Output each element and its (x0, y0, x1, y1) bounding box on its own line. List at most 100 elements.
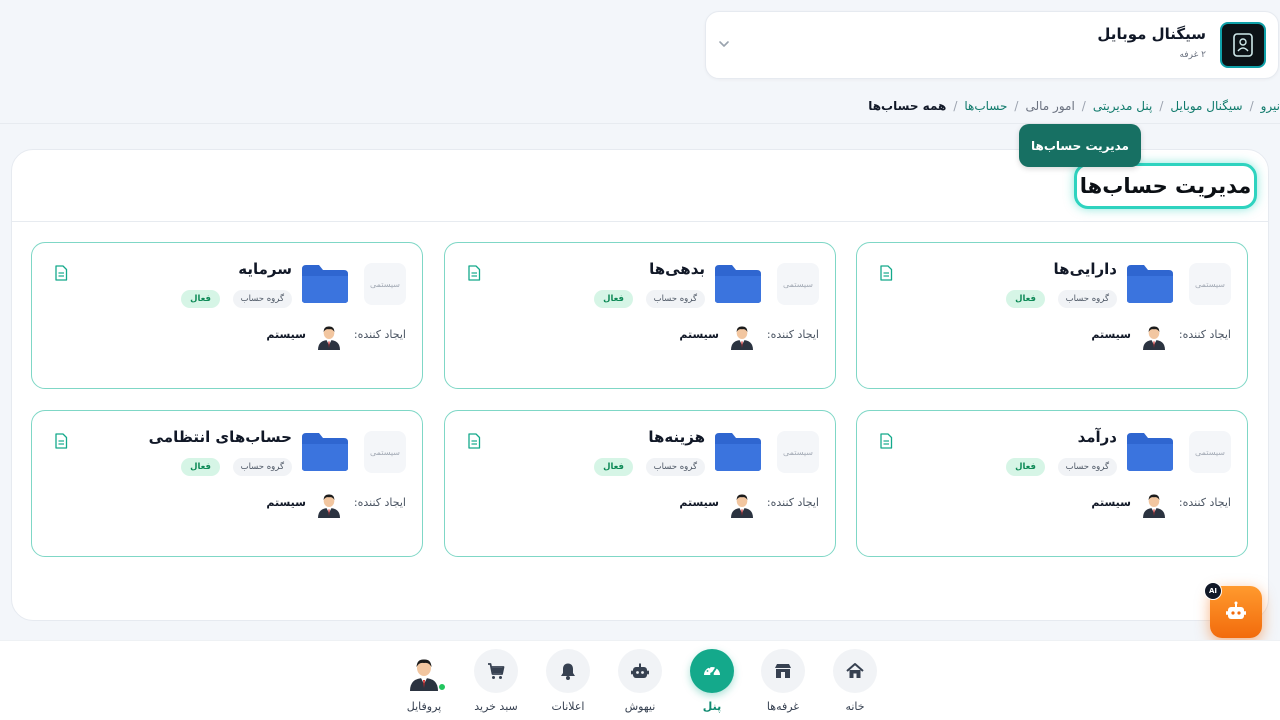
cart-icon (488, 663, 505, 679)
avatar (727, 320, 757, 350)
account-name: هزینه‌ها (648, 428, 705, 446)
system-badge: سیستمی (364, 431, 406, 473)
breadcrumb: نیرو / سیگنال موبایل / پنل مدیریتی / امور مالی… (0, 96, 1280, 116)
avatar (314, 320, 344, 350)
breadcrumb-separator: / (953, 99, 958, 113)
system-badge: سیستمی (777, 263, 819, 305)
nav-label: اعلانات (551, 700, 585, 713)
breadcrumb-item[interactable]: نیرو (1261, 99, 1280, 113)
breadcrumb-separator: / (1081, 99, 1086, 113)
nav-circle (761, 649, 805, 693)
status-badge: فعال (594, 290, 633, 308)
nav-circle (618, 649, 662, 693)
nav-item-profile[interactable]: پروفایل (388, 649, 460, 719)
document-icon[interactable] (467, 265, 481, 281)
document-icon[interactable] (54, 265, 68, 281)
nav-circle (690, 649, 734, 693)
breadcrumb-separator: / (1159, 99, 1164, 113)
nav-item-notifications[interactable]: اعلانات (532, 649, 604, 719)
account-card[interactable]: سیستمی درآمد گروه حساب فعال ایجاد کننده: سیست… (856, 410, 1248, 557)
nav-label: نیهوش (624, 700, 656, 713)
nav-item-panel[interactable]: پنل (676, 649, 748, 719)
creator-name: سیستم (679, 496, 719, 509)
creator-label: ایجاد کننده: (1178, 496, 1231, 509)
account-card[interactable]: سیستمی بدهی‌ها گروه حساب فعال ایجاد کننده: سی… (444, 242, 836, 389)
creator-label: ایجاد کننده: (353, 496, 406, 509)
online-status-dot (438, 683, 446, 691)
folder-icon (302, 433, 348, 471)
creator-name: سیستم (1091, 496, 1131, 509)
nav-label: سبد خرید (474, 700, 518, 713)
creator-name: سیستم (1091, 328, 1131, 341)
account-name: بدهی‌ها (649, 260, 705, 278)
account-name: درآمد (1077, 428, 1117, 446)
robot-icon (1226, 601, 1246, 619)
account-card[interactable]: سیستمی دارایی‌ها گروه حساب فعال ایجاد کننده:… (856, 242, 1248, 389)
nav-item-cart[interactable]: سبد خرید (460, 649, 532, 719)
status-badge: فعال (594, 458, 633, 476)
avatar (727, 488, 757, 518)
breadcrumb-item[interactable]: پنل مدیریتی (1093, 99, 1153, 113)
account-card[interactable]: سیستمی سرمایه گروه حساب فعال ایجاد کننده: سیس… (31, 242, 423, 389)
group-tag: گروه حساب (232, 290, 292, 308)
document-icon[interactable] (879, 265, 893, 281)
ai-badge: AI (1204, 582, 1222, 600)
system-badge: سیستمی (364, 263, 406, 305)
account-card[interactable]: سیستمی هزینه‌ها گروه حساب فعال ایجاد کننده: س… (444, 410, 836, 557)
chevron-down-icon[interactable] (716, 36, 732, 52)
bottom-nav: خانه غرفه‌ها پنل (0, 640, 1280, 720)
page-title-tooltip: مدیریت حساب‌ها (1019, 124, 1141, 167)
nav-item-home[interactable]: خانه (819, 649, 891, 719)
creator-name: سیستم (679, 328, 719, 341)
document-icon[interactable] (467, 433, 481, 449)
home-icon (846, 663, 864, 678)
ai-assistant-button[interactable]: AI (1204, 582, 1262, 638)
breadcrumb-item[interactable]: سیگنال موبایل (1170, 99, 1242, 113)
status-badge: فعال (181, 458, 220, 476)
group-tag: گروه حساب (645, 290, 705, 308)
account-card[interactable]: سیستمی حساب‌های انتظامی گروه حساب فعال ایجاد… (31, 410, 423, 557)
nav-label: خانه (845, 700, 865, 713)
nav-circle (546, 649, 590, 693)
folder-icon (1127, 433, 1173, 471)
account-name: دارایی‌ها (1053, 260, 1117, 278)
document-icon[interactable] (879, 433, 893, 449)
nav-item-stores[interactable]: غرفه‌ها (747, 649, 819, 719)
group-tag: گروه حساب (1057, 290, 1117, 308)
creator-name: سیستم (266, 328, 306, 341)
store-icon (775, 664, 791, 678)
store-subtitle: ۲ غرفه (1179, 50, 1206, 60)
nav-circle (833, 649, 877, 693)
breadcrumb-item[interactable]: حساب‌ها (964, 99, 1007, 113)
avatar (314, 488, 344, 518)
folder-icon (1127, 265, 1173, 303)
folder-icon (715, 433, 761, 471)
creator-label: ایجاد کننده: (766, 328, 819, 341)
store-logo (1220, 22, 1266, 68)
creator-label: ایجاد کننده: (1178, 328, 1231, 341)
account-name: حساب‌های انتظامی (148, 428, 292, 446)
store-name: سیگنال موبایل (1097, 25, 1206, 43)
robot-icon (631, 663, 649, 678)
status-badge: فعال (181, 290, 220, 308)
breadcrumb-separator: / (1014, 99, 1019, 113)
document-icon[interactable] (54, 433, 68, 449)
nav-circle (474, 649, 518, 693)
group-tag: گروه حساب (1057, 458, 1117, 476)
folder-icon (715, 265, 761, 303)
breadcrumb-item: همه حساب‌ها (868, 99, 947, 113)
gauge-icon (704, 665, 720, 676)
status-badge: فعال (1006, 290, 1045, 308)
store-selector[interactable]: سیگنال موبایل ۲ غرفه (705, 11, 1279, 79)
nav-label: پروفایل (406, 700, 442, 713)
group-tag: گروه حساب (645, 458, 705, 476)
nav-label: پنل (702, 700, 722, 713)
system-badge: سیستمی (1189, 431, 1231, 473)
nav-item-ai[interactable]: نیهوش (604, 649, 676, 719)
breadcrumb-separator: / (1249, 99, 1254, 113)
creator-label: ایجاد کننده: (766, 496, 819, 509)
store-logo-icon (1233, 33, 1253, 57)
status-badge: فعال (1006, 458, 1045, 476)
account-name: سرمایه (238, 260, 292, 278)
folder-icon (302, 265, 348, 303)
